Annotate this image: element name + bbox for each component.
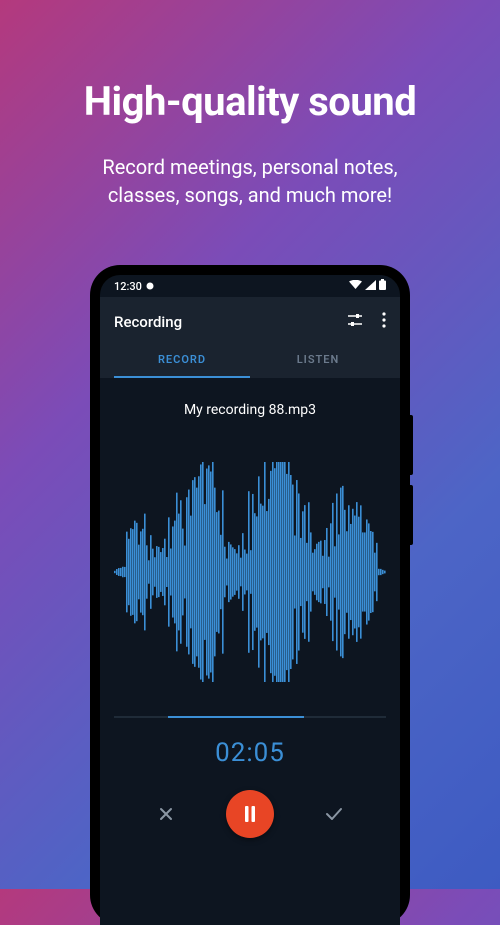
page-title: Recording (114, 313, 182, 331)
status-bar: 12:30 (100, 275, 400, 297)
more-vertical-icon[interactable] (382, 312, 386, 332)
phone-side-button (410, 485, 413, 545)
pause-button[interactable] (226, 790, 274, 838)
phone-frame: 12:30 Recording (90, 265, 410, 925)
promo-title: High-quality sound (0, 0, 500, 125)
progress-bar[interactable] (114, 716, 386, 718)
content-area: My recording 88.mp3 02:05 (100, 378, 400, 838)
tab-listen[interactable]: LISTEN (250, 341, 386, 378)
progress-fill (168, 716, 304, 718)
signal-icon (365, 280, 376, 293)
tab-record[interactable]: RECORD (114, 341, 250, 378)
app-header: Recording RECORD (100, 297, 400, 378)
promo-subtitle: Record meetings, personal notes, classes… (0, 153, 500, 209)
phone-side-button (410, 415, 413, 475)
promo-subtitle-line1: Record meetings, personal notes, (102, 155, 397, 179)
phone-screen: 12:30 Recording (100, 275, 400, 925)
status-time: 12:30 (114, 280, 142, 293)
waveform-display (114, 452, 386, 692)
done-button[interactable] (322, 802, 346, 826)
tabs: RECORD LISTEN (114, 341, 386, 378)
settings-sliders-icon[interactable] (346, 311, 364, 333)
notification-dot-icon (146, 280, 154, 293)
recording-filename: My recording 88.mp3 (184, 402, 316, 418)
battery-icon (379, 279, 386, 293)
cancel-button[interactable] (154, 802, 178, 826)
recording-timer: 02:05 (215, 738, 285, 768)
promo-subtitle-line2: classes, songs, and much more! (108, 183, 392, 207)
controls (154, 790, 346, 838)
wifi-icon (349, 280, 362, 293)
